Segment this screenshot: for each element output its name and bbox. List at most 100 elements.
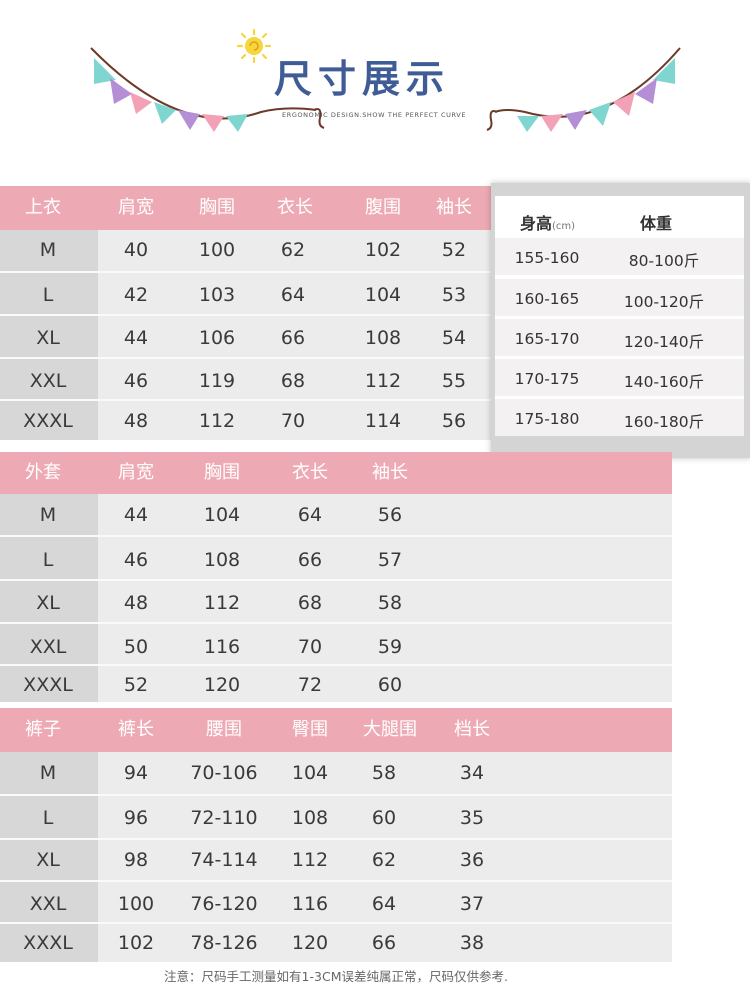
tops-cell: 54 bbox=[441, 327, 467, 349]
bunting-right-icon bbox=[486, 47, 681, 132]
tops-cell: 48 bbox=[123, 410, 149, 432]
pants-size-label: XXXL bbox=[23, 932, 73, 954]
measurement-note: 注意：尺码手工测量如有1-3CM误差纯属正常，尺码仅供参考. bbox=[164, 969, 508, 984]
tops-cell: 70 bbox=[280, 410, 306, 432]
coat-cell: 116 bbox=[203, 636, 241, 658]
coat-header-cell: 衣长 bbox=[292, 462, 328, 483]
coat-cell: 104 bbox=[203, 504, 241, 526]
coat-header-cell: 肩宽 bbox=[118, 462, 154, 483]
height-cell: 160-165 bbox=[514, 290, 580, 308]
pants-cell: 38 bbox=[459, 932, 485, 954]
tops-cell: 112 bbox=[198, 410, 236, 432]
coat-cell: 68 bbox=[297, 592, 323, 614]
tops-header-cell: 衣长 bbox=[277, 197, 313, 218]
coat-cell: 59 bbox=[377, 636, 403, 658]
pants-size-label: L bbox=[42, 807, 54, 829]
pants-cell: 70-106 bbox=[190, 762, 258, 784]
pants-cell: 76-120 bbox=[190, 893, 258, 915]
weight-header: 体重 bbox=[640, 214, 673, 233]
tops-header-cell: 腹围 bbox=[365, 197, 401, 218]
tops-cell: 64 bbox=[280, 284, 306, 306]
page-header: 尺寸展示 ERGONOMIC DESIGN.SHOW THE PERFECT C… bbox=[0, 0, 750, 150]
tops-size-label: XXXL bbox=[23, 410, 73, 432]
coat-header-cell: 袖长 bbox=[372, 462, 408, 483]
pants-cell: 58 bbox=[371, 762, 397, 784]
tops-cell: 62 bbox=[280, 239, 306, 261]
tops-header-cell: 胸围 bbox=[199, 197, 235, 218]
tops-cell: 108 bbox=[364, 327, 402, 349]
pants-header-cell: 大腿围 bbox=[363, 719, 417, 740]
coat-cell: 66 bbox=[297, 549, 323, 571]
coat-size-label: L bbox=[42, 549, 54, 571]
tops-size-label: M bbox=[39, 239, 57, 261]
pants-cell: 102 bbox=[117, 932, 155, 954]
pants-header-cell: 臀围 bbox=[292, 719, 328, 740]
coat-cell: 48 bbox=[123, 592, 149, 614]
tops-cell: 100 bbox=[198, 239, 236, 261]
tops-cell: 114 bbox=[364, 410, 402, 432]
weight-cell: 120-140斤 bbox=[623, 333, 705, 351]
pants-cell: 74-114 bbox=[190, 849, 258, 871]
coat-size-label: XXL bbox=[29, 636, 67, 658]
pants-cell: 72-110 bbox=[190, 807, 258, 829]
coat-cell: 60 bbox=[377, 674, 403, 696]
pants-cell: 94 bbox=[123, 762, 149, 784]
coat-cell: 72 bbox=[297, 674, 323, 696]
coat-cell: 56 bbox=[377, 504, 403, 526]
page-title: 尺寸展示 bbox=[274, 57, 451, 101]
coat-cell: 44 bbox=[123, 504, 149, 526]
coat-cell: 46 bbox=[123, 549, 149, 571]
coat-size-label: M bbox=[39, 504, 57, 526]
tops-size-label: L bbox=[42, 284, 54, 306]
pants-cell: 36 bbox=[459, 849, 485, 871]
coat-cell: 58 bbox=[377, 592, 403, 614]
row-divider bbox=[0, 579, 672, 581]
row-divider bbox=[0, 838, 672, 840]
coat-cell: 108 bbox=[203, 549, 241, 571]
tops-cell: 112 bbox=[364, 370, 402, 392]
coat-header-cell: 胸围 bbox=[204, 462, 240, 483]
pants-header-cell: 腰围 bbox=[206, 719, 242, 740]
coat-cell: 120 bbox=[203, 674, 241, 696]
pants-size-table: 裤子 裤长 腰围 臀围 大腿围 档长 M 94 70-106 104 58 34… bbox=[0, 708, 672, 962]
coat-cell: 50 bbox=[123, 636, 149, 658]
pants-cell: 78-126 bbox=[190, 932, 258, 954]
pants-cell: 112 bbox=[291, 849, 329, 871]
tops-size-label: XXL bbox=[29, 370, 67, 392]
tops-cell: 44 bbox=[123, 327, 149, 349]
page-subtitle: ERGONOMIC DESIGN.SHOW THE PERFECT CURVE bbox=[282, 111, 467, 119]
row-divider bbox=[0, 622, 672, 624]
coat-size-table: 外套 肩宽 胸围 衣长 袖长 M 44 104 64 56 L 46 108 6… bbox=[0, 452, 672, 702]
coat-cell: 57 bbox=[377, 549, 403, 571]
row-divider bbox=[0, 922, 672, 924]
pants-size-label: XXL bbox=[29, 893, 67, 915]
pants-cell: 104 bbox=[291, 762, 329, 784]
tops-cell: 46 bbox=[123, 370, 149, 392]
weight-cell: 160-180斤 bbox=[623, 413, 705, 431]
tops-size-label: XL bbox=[36, 327, 60, 349]
pants-size-label: M bbox=[39, 762, 57, 784]
coat-header-cell: 外套 bbox=[25, 462, 61, 483]
pants-header-cell: 裤长 bbox=[118, 719, 154, 740]
tops-cell: 55 bbox=[441, 370, 467, 392]
pants-cell: 116 bbox=[291, 893, 329, 915]
coat-cell: 70 bbox=[297, 636, 323, 658]
coat-cell: 64 bbox=[297, 504, 323, 526]
coat-size-label: XXXL bbox=[23, 674, 73, 696]
coat-cell: 52 bbox=[123, 674, 149, 696]
tops-header-cell: 上衣 bbox=[25, 197, 61, 218]
pants-cell: 96 bbox=[123, 807, 149, 829]
pants-cell: 66 bbox=[371, 932, 397, 954]
tops-cell: 66 bbox=[280, 327, 306, 349]
tops-cell: 119 bbox=[198, 370, 236, 392]
height-cell: 155-160 bbox=[514, 249, 580, 267]
pants-cell: 62 bbox=[371, 849, 397, 871]
pants-size-label: XL bbox=[36, 849, 60, 871]
tops-cell: 106 bbox=[198, 327, 236, 349]
pants-cell: 64 bbox=[371, 893, 397, 915]
weight-cell: 80-100斤 bbox=[628, 252, 700, 270]
pants-header-cell: 裤子 bbox=[25, 719, 61, 740]
pants-cell: 108 bbox=[291, 807, 329, 829]
sun-icon bbox=[236, 28, 272, 64]
height-cell: 175-180 bbox=[514, 410, 580, 428]
